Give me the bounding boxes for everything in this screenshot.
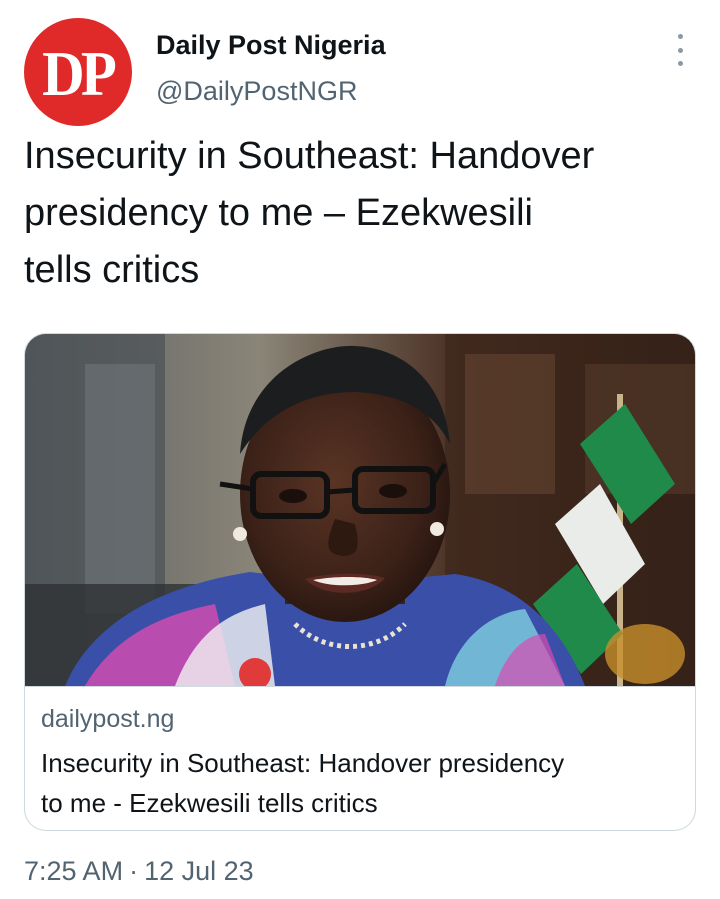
more-dot-icon xyxy=(677,47,683,53)
tweet-container: DP Daily Post Nigeria @DailyPostNGR Inse… xyxy=(0,0,720,899)
link-card[interactable]: dailypost.ng Insecurity in Southeast: Ha… xyxy=(24,333,696,831)
avatar[interactable]: DP xyxy=(24,18,132,126)
more-dot-icon xyxy=(677,61,683,66)
timestamp-separator: · xyxy=(129,856,139,886)
card-title-line: to me - Ezekwesili tells critics xyxy=(41,788,378,818)
tweet-text-line: presidency to me – Ezekwesili xyxy=(24,192,533,234)
author-handle[interactable]: @DailyPostNGR xyxy=(156,76,357,107)
avatar-logo-text: DP xyxy=(42,38,117,109)
card-title[interactable]: Insecurity in Southeast: Handover presid… xyxy=(41,743,681,823)
tweet-time: 7:25 AM xyxy=(24,856,124,886)
tweet-text-line: Insecurity in Southeast: Handover xyxy=(24,135,595,177)
tweet-timestamp[interactable]: 7:25 AM · 12 Jul 23 xyxy=(24,856,254,887)
tweet-date: 12 Jul 23 xyxy=(144,856,254,886)
card-title-line: Insecurity in Southeast: Handover presid… xyxy=(41,748,565,778)
more-options-button[interactable] xyxy=(668,34,692,66)
card-body[interactable]: dailypost.ng Insecurity in Southeast: Ha… xyxy=(25,686,695,830)
author-name[interactable]: Daily Post Nigeria xyxy=(156,30,386,61)
tweet-text: Insecurity in Southeast: Handover presid… xyxy=(24,128,704,299)
card-image[interactable] xyxy=(25,334,695,686)
card-domain[interactable]: dailypost.ng xyxy=(41,705,174,734)
portrait-photo xyxy=(25,334,695,686)
more-dot-icon xyxy=(677,34,683,39)
tweet-text-line: tells critics xyxy=(24,249,200,291)
